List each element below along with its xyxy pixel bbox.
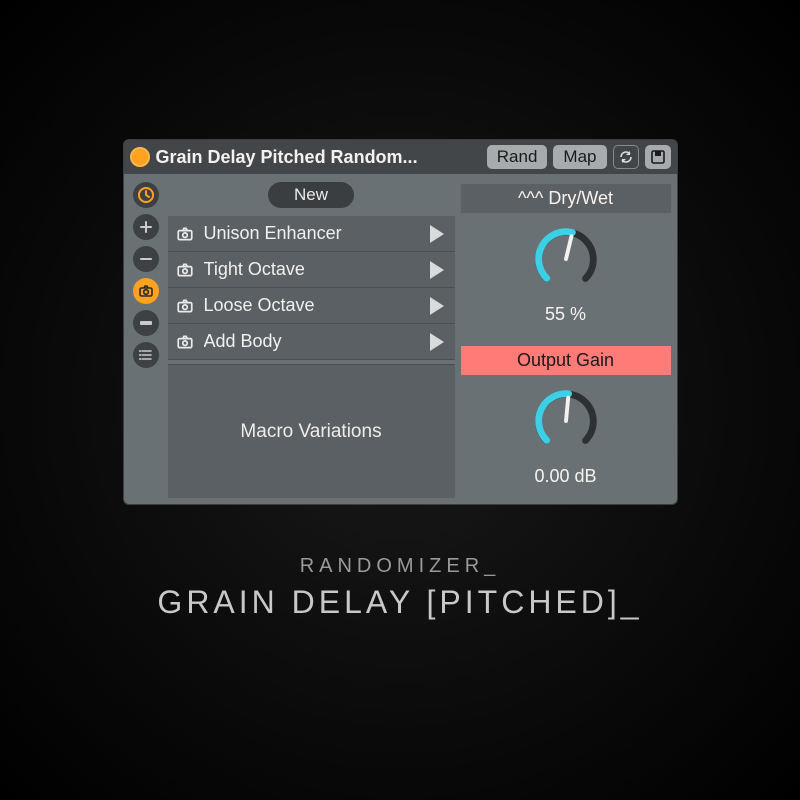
drywet-value: 55 % [545,304,586,325]
drywet-macro: ^^^ Dry/Wet 55 % [461,180,671,336]
refresh-icon[interactable] [613,145,639,169]
variation-list: Unison Enhancer Tight Octave Loose Octav… [168,216,455,360]
macro-knob-panel: ^^^ Dry/Wet 55 % Output Gain [461,180,671,498]
device-body: New Unison Enhancer Tight Octave [124,174,677,504]
output-gain-macro: Output Gain 0.00 dB [461,342,671,498]
snapshot-icon[interactable] [174,259,196,281]
variation-row[interactable]: Loose Octave [168,288,455,324]
history-icon[interactable] [133,182,159,208]
variation-name: Unison Enhancer [204,223,417,244]
output-gain-label[interactable]: Output Gain [461,346,671,375]
new-variation-button[interactable]: New [268,182,354,208]
variation-name: Loose Octave [204,295,417,316]
list-icon[interactable] [133,342,159,368]
play-icon [430,225,444,243]
row-icon[interactable] [133,310,159,336]
map-button[interactable]: Map [553,145,606,169]
macro-variations-label: Macro Variations [168,364,455,498]
device-title: Grain Delay Pitched Random... [156,147,481,168]
rand-button[interactable]: Rand [487,145,548,169]
variations-panel: New Unison Enhancer Tight Octave [168,180,455,498]
snapshot-icon[interactable] [174,331,196,353]
snapshot-icon[interactable] [174,295,196,317]
device-activator-button[interactable] [130,147,150,167]
save-icon[interactable] [645,145,671,169]
side-icon-strip [130,180,162,498]
variation-name: Add Body [204,331,417,352]
camera-icon[interactable] [133,278,159,304]
minus-icon[interactable] [133,246,159,272]
recall-variation-button[interactable] [425,222,449,246]
plus-icon[interactable] [133,214,159,240]
variation-row[interactable]: Tight Octave [168,252,455,288]
play-icon [430,333,444,351]
caption-small: RANDOMIZER_ [157,555,642,578]
output-gain-knob[interactable] [527,382,605,460]
image-caption: RANDOMIZER_ GRAIN DELAY [PITCHED]_ [157,555,642,621]
variation-name: Tight Octave [204,259,417,280]
play-icon [430,297,444,315]
drywet-knob[interactable] [527,220,605,298]
variation-row[interactable]: Add Body [168,324,455,360]
output-gain-value: 0.00 dB [534,466,596,487]
recall-variation-button[interactable] [425,330,449,354]
device-rack: Grain Delay Pitched Random... Rand Map [123,139,678,505]
drywet-label[interactable]: ^^^ Dry/Wet [461,184,671,213]
recall-variation-button[interactable] [425,258,449,282]
device-titlebar: Grain Delay Pitched Random... Rand Map [124,140,677,174]
recall-variation-button[interactable] [425,294,449,318]
caption-large: GRAIN DELAY [PITCHED]_ [157,584,642,621]
snapshot-icon[interactable] [174,223,196,245]
play-icon [430,261,444,279]
variation-row[interactable]: Unison Enhancer [168,216,455,252]
